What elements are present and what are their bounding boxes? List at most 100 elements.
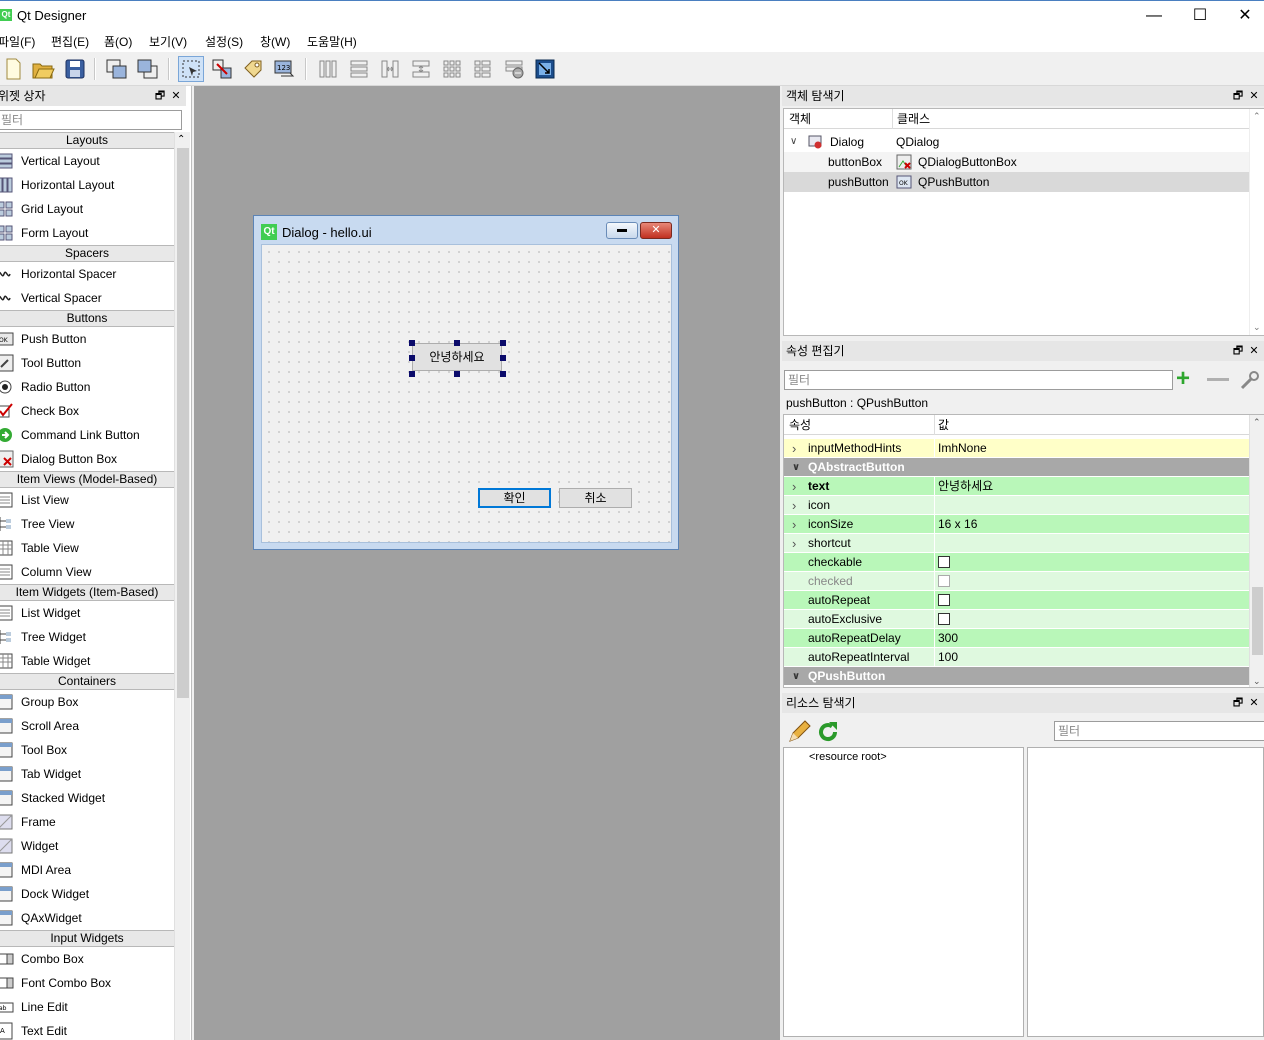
minimize-button[interactable]: — <box>1131 1 1177 31</box>
property-value[interactable]: 16 x 16 <box>938 515 977 534</box>
category-item-views-model-based[interactable]: Item Views (Model-Based) <box>0 471 174 488</box>
category-spacers[interactable]: Spacers <box>0 245 174 262</box>
scrollbar-thumb[interactable] <box>177 148 189 698</box>
property-value[interactable] <box>938 591 950 610</box>
widget-item-command-link-button[interactable]: Command Link Button <box>0 423 174 447</box>
chevron-right-icon[interactable]: › <box>792 439 796 458</box>
property-row-shortcut[interactable]: › shortcut <box>784 534 1250 553</box>
widget-item-column-view[interactable]: Column View <box>0 560 174 584</box>
property-row-autoexclusive[interactable]: autoExclusive <box>784 610 1250 629</box>
break-layout-icon[interactable] <box>501 56 527 82</box>
edit-signals-slots-icon[interactable] <box>209 56 235 82</box>
column-class[interactable]: 클래스 <box>897 109 930 129</box>
widget-item-tree-widget[interactable]: Tree Widget <box>0 625 174 649</box>
widget-item-tree-view[interactable]: Tree View <box>0 512 174 536</box>
widget-item-qaxwidget[interactable]: QAxWidget <box>0 906 174 930</box>
widget-item-widget[interactable]: Widget <box>0 834 174 858</box>
property-row-icon[interactable]: › icon <box>784 496 1250 515</box>
scroll-up-icon[interactable]: ⌃ <box>177 134 185 145</box>
layout-v-splitter-icon[interactable] <box>408 56 434 82</box>
widget-item-list-view[interactable]: List View <box>0 488 174 512</box>
property-row-autorepeatdelay[interactable]: autoRepeatDelay 300 <box>784 629 1250 648</box>
send-to-back-icon[interactable] <box>104 56 130 82</box>
chevron-right-icon[interactable]: › <box>792 515 796 534</box>
widget-item-tool-button[interactable]: Tool Button <box>0 351 174 375</box>
menu-form[interactable]: 폼(O) <box>104 33 132 50</box>
property-row-iconsize[interactable]: › iconSize 16 x 16 <box>784 515 1250 534</box>
selection-handle[interactable] <box>409 355 415 361</box>
selection-handle[interactable] <box>409 371 415 377</box>
widget-item-frame[interactable]: Frame <box>0 810 174 834</box>
resource-tree[interactable]: <resource root> <box>783 747 1024 1037</box>
menu-file[interactable]: 파일(F) <box>0 33 35 50</box>
object-tree-scrollbar[interactable]: ⌃ ⌄ <box>1249 109 1264 335</box>
widget-item-push-button[interactable]: OK Push Button <box>0 327 174 351</box>
property-row-autorepeat[interactable]: autoRepeat <box>784 591 1250 610</box>
save-icon[interactable] <box>62 56 88 82</box>
property-row-text[interactable]: › text 안녕하세요 <box>784 477 1250 496</box>
float-icon[interactable]: 🗗 <box>152 86 168 106</box>
new-file-icon[interactable] <box>0 56 26 82</box>
widget-item-line-edit[interactable]: ab Line Edit <box>0 995 174 1019</box>
category-input-widgets[interactable]: Input Widgets <box>0 930 174 947</box>
property-row-checkable[interactable]: checkable <box>784 553 1250 572</box>
column-property[interactable]: 속성 <box>789 415 811 435</box>
property-row-autorepeatinterval[interactable]: autoRepeatInterval 100 <box>784 648 1250 667</box>
widget-item-combo-box[interactable]: Combo Box <box>0 947 174 971</box>
chevron-down-icon[interactable]: ∨ <box>792 667 800 686</box>
selection-handle[interactable] <box>500 355 506 361</box>
edit-buddies-icon[interactable] <box>240 56 266 82</box>
chevron-right-icon[interactable]: › <box>792 534 796 553</box>
widget-item-vertical-spacer[interactable]: Vertical Spacer <box>0 286 174 310</box>
push-button[interactable]: 안녕하세요 <box>412 343 502 371</box>
chevron-right-icon[interactable]: › <box>792 496 796 515</box>
category-containers[interactable]: Containers <box>0 673 174 690</box>
widget-item-dock-widget[interactable]: Dock Widget <box>0 882 174 906</box>
close-button[interactable]: ✕ <box>1222 1 1264 31</box>
configure-wrench-icon[interactable] <box>1238 368 1262 392</box>
property-row-checked[interactable]: checked <box>784 572 1250 591</box>
column-value[interactable]: 값 <box>938 415 949 435</box>
widget-item-tab-widget[interactable]: Tab Widget <box>0 762 174 786</box>
property-value[interactable]: 안녕하세요 <box>938 477 993 496</box>
selection-handle[interactable] <box>454 371 460 377</box>
widget-item-horizontal-layout[interactable]: Horizontal Layout <box>0 173 174 197</box>
widget-item-text-edit[interactable]: A Text Edit <box>0 1019 174 1040</box>
category-layouts[interactable]: Layouts <box>0 132 174 149</box>
checkbox[interactable] <box>938 555 950 568</box>
layout-horizontal-icon[interactable] <box>315 56 341 82</box>
widget-item-group-box[interactable]: Group Box <box>0 690 174 714</box>
float-icon[interactable]: 🗗 <box>1230 693 1246 713</box>
property-scrollbar[interactable]: ⌃ ⌄ <box>1249 415 1264 687</box>
widget-filter-input[interactable]: 필터 <box>0 110 182 130</box>
resource-root-item[interactable]: <resource root> <box>809 751 887 763</box>
property-value[interactable]: 300 <box>938 629 958 648</box>
widget-item-list-widget[interactable]: List Widget <box>0 601 174 625</box>
widget-item-table-view[interactable]: Table View <box>0 536 174 560</box>
widget-item-form-layout[interactable]: Form Layout <box>0 221 174 245</box>
layout-h-splitter-icon[interactable] <box>377 56 403 82</box>
category-buttons[interactable]: Buttons <box>0 310 174 327</box>
widget-item-dialog-button-box[interactable]: Dialog Button Box <box>0 447 174 471</box>
widget-item-mdi-area[interactable]: MDI Area <box>0 858 174 882</box>
resource-filter-input[interactable]: 필터 <box>1054 721 1264 741</box>
widget-item-radio-button[interactable]: Radio Button <box>0 375 174 399</box>
widget-item-tool-box[interactable]: Tool Box <box>0 738 174 762</box>
close-icon[interactable]: ✕ <box>1246 693 1262 713</box>
maximize-button[interactable]: ☐ <box>1177 1 1223 31</box>
cancel-button[interactable]: 취소 <box>559 488 632 508</box>
selection-handle[interactable] <box>454 340 460 346</box>
property-value[interactable] <box>938 572 950 591</box>
close-icon[interactable]: ✕ <box>1246 341 1262 361</box>
category-item-widgets-item-based[interactable]: Item Widgets (Item-Based) <box>0 584 174 601</box>
dialog-minimize-button[interactable]: ▬ <box>606 222 638 239</box>
menu-help[interactable]: 도움말(H) <box>307 33 357 50</box>
tree-row-pushbutton[interactable]: pushButton OK QPushButton <box>784 172 1250 192</box>
chevron-right-icon[interactable]: › <box>792 477 796 496</box>
bring-to-front-icon[interactable] <box>135 56 161 82</box>
edit-widgets-icon[interactable] <box>178 56 204 82</box>
tree-row-dialog[interactable]: ∨ Dialog QDialog <box>784 132 1264 152</box>
property-value[interactable]: 100 <box>938 648 958 667</box>
property-value[interactable] <box>938 553 950 572</box>
layout-grid-icon[interactable] <box>439 56 465 82</box>
